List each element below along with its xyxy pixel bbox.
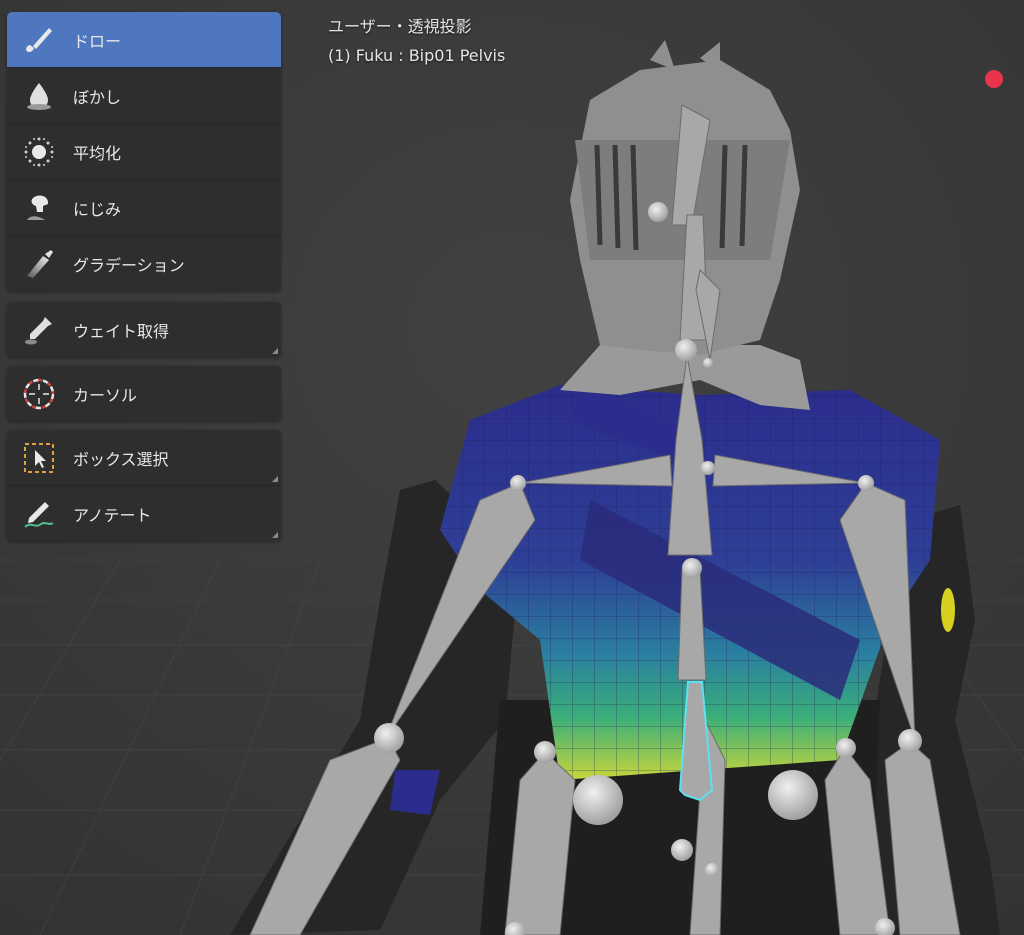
box-select-icon bbox=[19, 438, 59, 478]
tool-annotate[interactable]: アノテート bbox=[7, 486, 281, 541]
tool-blur-label: ぼかし bbox=[73, 87, 122, 107]
draw-brush-icon bbox=[19, 20, 59, 60]
smear-icon bbox=[19, 188, 59, 228]
tool-sample-weight-label: ウェイト取得 bbox=[73, 321, 170, 341]
tool-blur[interactable]: ぼかし bbox=[7, 68, 281, 124]
average-icon bbox=[19, 132, 59, 172]
view-title: ユーザー・透視投影 bbox=[328, 17, 472, 36]
annotate-icon bbox=[19, 494, 59, 534]
tool-options-corner bbox=[272, 476, 278, 482]
tool-box-select[interactable]: ボックス選択 bbox=[7, 430, 281, 486]
sample-tools-group: ウェイト取得 bbox=[7, 302, 281, 357]
cursor-tools-group: カーソル bbox=[7, 366, 281, 421]
tool-draw[interactable]: ドロー bbox=[7, 12, 281, 68]
tool-gradient-label: グラデーション bbox=[73, 255, 185, 275]
tool-smear[interactable]: にじみ bbox=[7, 180, 281, 236]
tool-average[interactable]: 平均化 bbox=[7, 124, 281, 180]
active-object-label: (1) Fuku : Bip01 Pelvis bbox=[328, 46, 506, 65]
eyedropper-icon bbox=[19, 310, 59, 350]
tool-gradient[interactable]: グラデーション bbox=[7, 236, 281, 291]
tool-average-label: 平均化 bbox=[73, 143, 122, 163]
tool-cursor-label: カーソル bbox=[73, 385, 138, 405]
tool-annotate-label: アノテート bbox=[73, 505, 152, 525]
tool-box-select-label: ボックス選択 bbox=[73, 449, 169, 469]
blur-drop-icon bbox=[19, 76, 59, 116]
select-tools-group: ボックス選択 アノテート bbox=[7, 430, 281, 541]
gradient-icon bbox=[19, 244, 59, 284]
tool-options-corner bbox=[272, 348, 278, 354]
tool-sample-weight[interactable]: ウェイト取得 bbox=[7, 302, 281, 357]
tool-cursor[interactable]: カーソル bbox=[7, 366, 281, 421]
tool-draw-label: ドロー bbox=[73, 31, 122, 51]
record-indicator bbox=[985, 70, 1003, 88]
tool-options-corner bbox=[272, 532, 278, 538]
tool-smear-label: にじみ bbox=[73, 199, 122, 219]
cursor-icon bbox=[19, 374, 59, 414]
paint-tools-group: ドロー ぼかし 平均化 にじみ グラデーション bbox=[7, 12, 281, 291]
